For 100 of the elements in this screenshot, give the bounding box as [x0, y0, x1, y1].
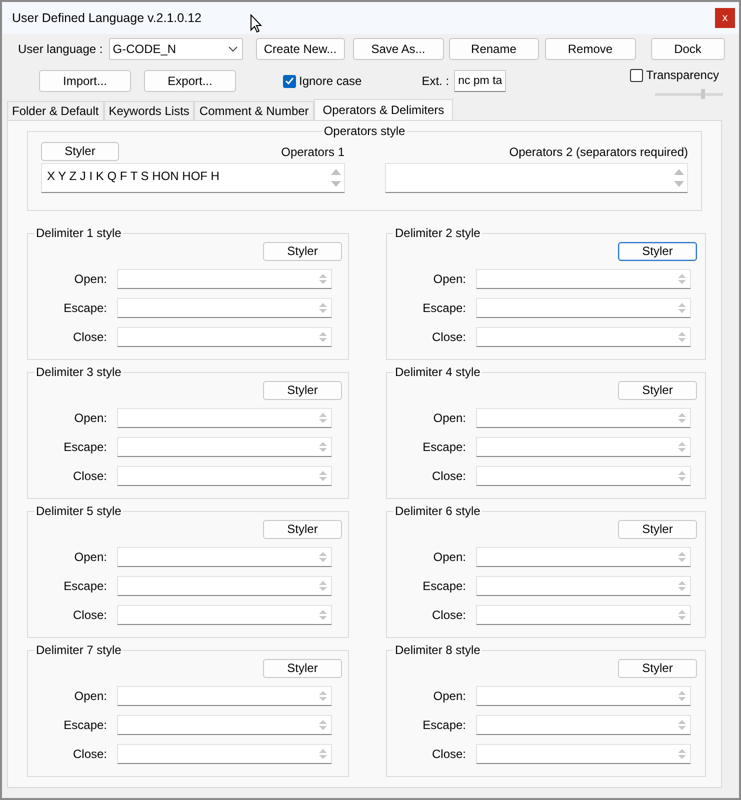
scroll-arrows-icon[interactable]: [674, 167, 684, 189]
group-title: Delimiter 2 style: [393, 226, 482, 240]
scroll-arrows-icon[interactable]: [677, 719, 687, 731]
toolbar-button[interactable]: Rename: [448, 38, 539, 60]
text-field[interactable]: [117, 715, 332, 735]
scroll-arrows-icon[interactable]: [318, 690, 328, 702]
text-field[interactable]: [476, 269, 691, 289]
field-label: Close:: [430, 468, 467, 485]
text-field[interactable]: [117, 547, 332, 567]
field-label: Close:: [72, 607, 108, 624]
scroll-arrows-icon[interactable]: [318, 273, 328, 285]
toolbar-button[interactable]: Dock: [650, 38, 725, 60]
ignore-case-checkbox[interactable]: [283, 74, 296, 88]
toolbar-button[interactable]: Export...: [144, 70, 236, 92]
field-label: Escape:: [62, 717, 108, 734]
scroll-arrows-icon[interactable]: [318, 302, 328, 314]
scroll-arrows-icon[interactable]: [318, 470, 328, 482]
text-field[interactable]: [117, 298, 332, 318]
text-field[interactable]: [476, 744, 691, 764]
styler-button[interactable]: Styler: [618, 381, 697, 400]
operators-label: Operators 1: [281, 144, 344, 161]
styler-button[interactable]: Styler: [618, 659, 697, 678]
field-label: Escape:: [422, 578, 467, 595]
text-field[interactable]: [117, 437, 332, 457]
field-label: Open:: [73, 549, 108, 566]
operators-field[interactable]: X Y Z J I K Q F T S HON HOF H: [41, 163, 344, 193]
language-label: User language :: [18, 41, 103, 58]
text-field[interactable]: [117, 605, 332, 625]
toolbar-button[interactable]: Import...: [39, 70, 131, 92]
text-field[interactable]: [476, 466, 691, 486]
scroll-arrows-icon[interactable]: [677, 441, 687, 453]
scroll-arrows-icon[interactable]: [318, 551, 328, 563]
slider-thumb[interactable]: [700, 89, 705, 99]
styler-button[interactable]: Styler: [263, 242, 342, 261]
text-field[interactable]: [476, 327, 691, 347]
toolbar-button[interactable]: Save As...: [352, 38, 444, 60]
styler-button[interactable]: Styler: [41, 142, 119, 161]
field-label: Close:: [72, 468, 108, 485]
text-field[interactable]: [117, 269, 332, 289]
scroll-arrows-icon[interactable]: [330, 167, 340, 189]
field-label: Open:: [73, 688, 108, 705]
text-field[interactable]: [476, 298, 691, 318]
scroll-arrows-icon[interactable]: [677, 273, 687, 285]
checkbox-label: Ignore case: [299, 73, 362, 90]
scroll-arrows-icon[interactable]: [318, 748, 328, 760]
styler-button[interactable]: Styler: [618, 520, 697, 539]
group-title: Operators style: [322, 124, 408, 138]
text-field[interactable]: [117, 686, 332, 706]
scroll-arrows-icon[interactable]: [318, 609, 328, 621]
field-label: Escape:: [62, 578, 108, 595]
scroll-arrows-icon[interactable]: [677, 331, 687, 343]
scroll-arrows-icon[interactable]: [318, 719, 328, 731]
group-title: Delimiter 4 style: [393, 365, 482, 379]
transparency-checkbox[interactable]: [630, 68, 644, 82]
scroll-arrows-icon[interactable]: [318, 331, 328, 343]
styler-button[interactable]: Styler: [263, 659, 342, 678]
text-field[interactable]: [476, 437, 691, 457]
scroll-arrows-icon[interactable]: [318, 580, 328, 592]
text-field[interactable]: [476, 605, 691, 625]
field-label: Close:: [72, 329, 108, 346]
language-dropdown[interactable]: G-CODE_N: [108, 38, 243, 60]
scroll-arrows-icon[interactable]: [677, 302, 687, 314]
toolbar-button[interactable]: Remove: [544, 38, 636, 60]
tab[interactable]: Operators & Delimiters: [314, 99, 454, 120]
field-label: Open:: [73, 410, 108, 427]
tab[interactable]: Comment & Number: [194, 101, 314, 120]
tab[interactable]: Keywords Lists: [104, 101, 194, 120]
scroll-arrows-icon[interactable]: [318, 441, 328, 453]
styler-button[interactable]: Styler: [263, 520, 342, 539]
scroll-arrows-icon[interactable]: [677, 551, 687, 563]
scroll-arrows-icon[interactable]: [677, 412, 687, 424]
group-title: Delimiter 5 style: [34, 504, 124, 518]
tab[interactable]: Folder & Default: [7, 101, 104, 120]
field-label: Open:: [432, 549, 467, 566]
close-button[interactable]: x: [715, 8, 735, 28]
extension-field[interactable]: nc pm ta: [454, 70, 506, 92]
field-label: Escape:: [422, 439, 467, 456]
text-field[interactable]: [476, 547, 691, 567]
text-field[interactable]: [476, 576, 691, 596]
scroll-arrows-icon[interactable]: [677, 748, 687, 760]
text-field[interactable]: [117, 408, 332, 428]
text-field[interactable]: [476, 408, 691, 428]
scroll-arrows-icon[interactable]: [318, 412, 328, 424]
toolbar-button[interactable]: Create New...: [256, 38, 345, 60]
styler-button[interactable]: Styler: [263, 381, 342, 400]
scroll-arrows-icon[interactable]: [677, 609, 687, 621]
field-label: Escape:: [62, 439, 108, 456]
ext-label: Ext. :: [422, 73, 450, 90]
text-field[interactable]: [476, 686, 691, 706]
text-field[interactable]: [117, 466, 332, 486]
field-label: Open:: [432, 688, 467, 705]
scroll-arrows-icon[interactable]: [677, 470, 687, 482]
scroll-arrows-icon[interactable]: [677, 690, 687, 702]
text-field[interactable]: [476, 715, 691, 735]
text-field[interactable]: [117, 327, 332, 347]
text-field[interactable]: [117, 576, 332, 596]
operators-field[interactable]: [384, 163, 688, 193]
scroll-arrows-icon[interactable]: [677, 580, 687, 592]
text-field[interactable]: [117, 744, 332, 764]
styler-button[interactable]: Styler: [618, 242, 697, 261]
